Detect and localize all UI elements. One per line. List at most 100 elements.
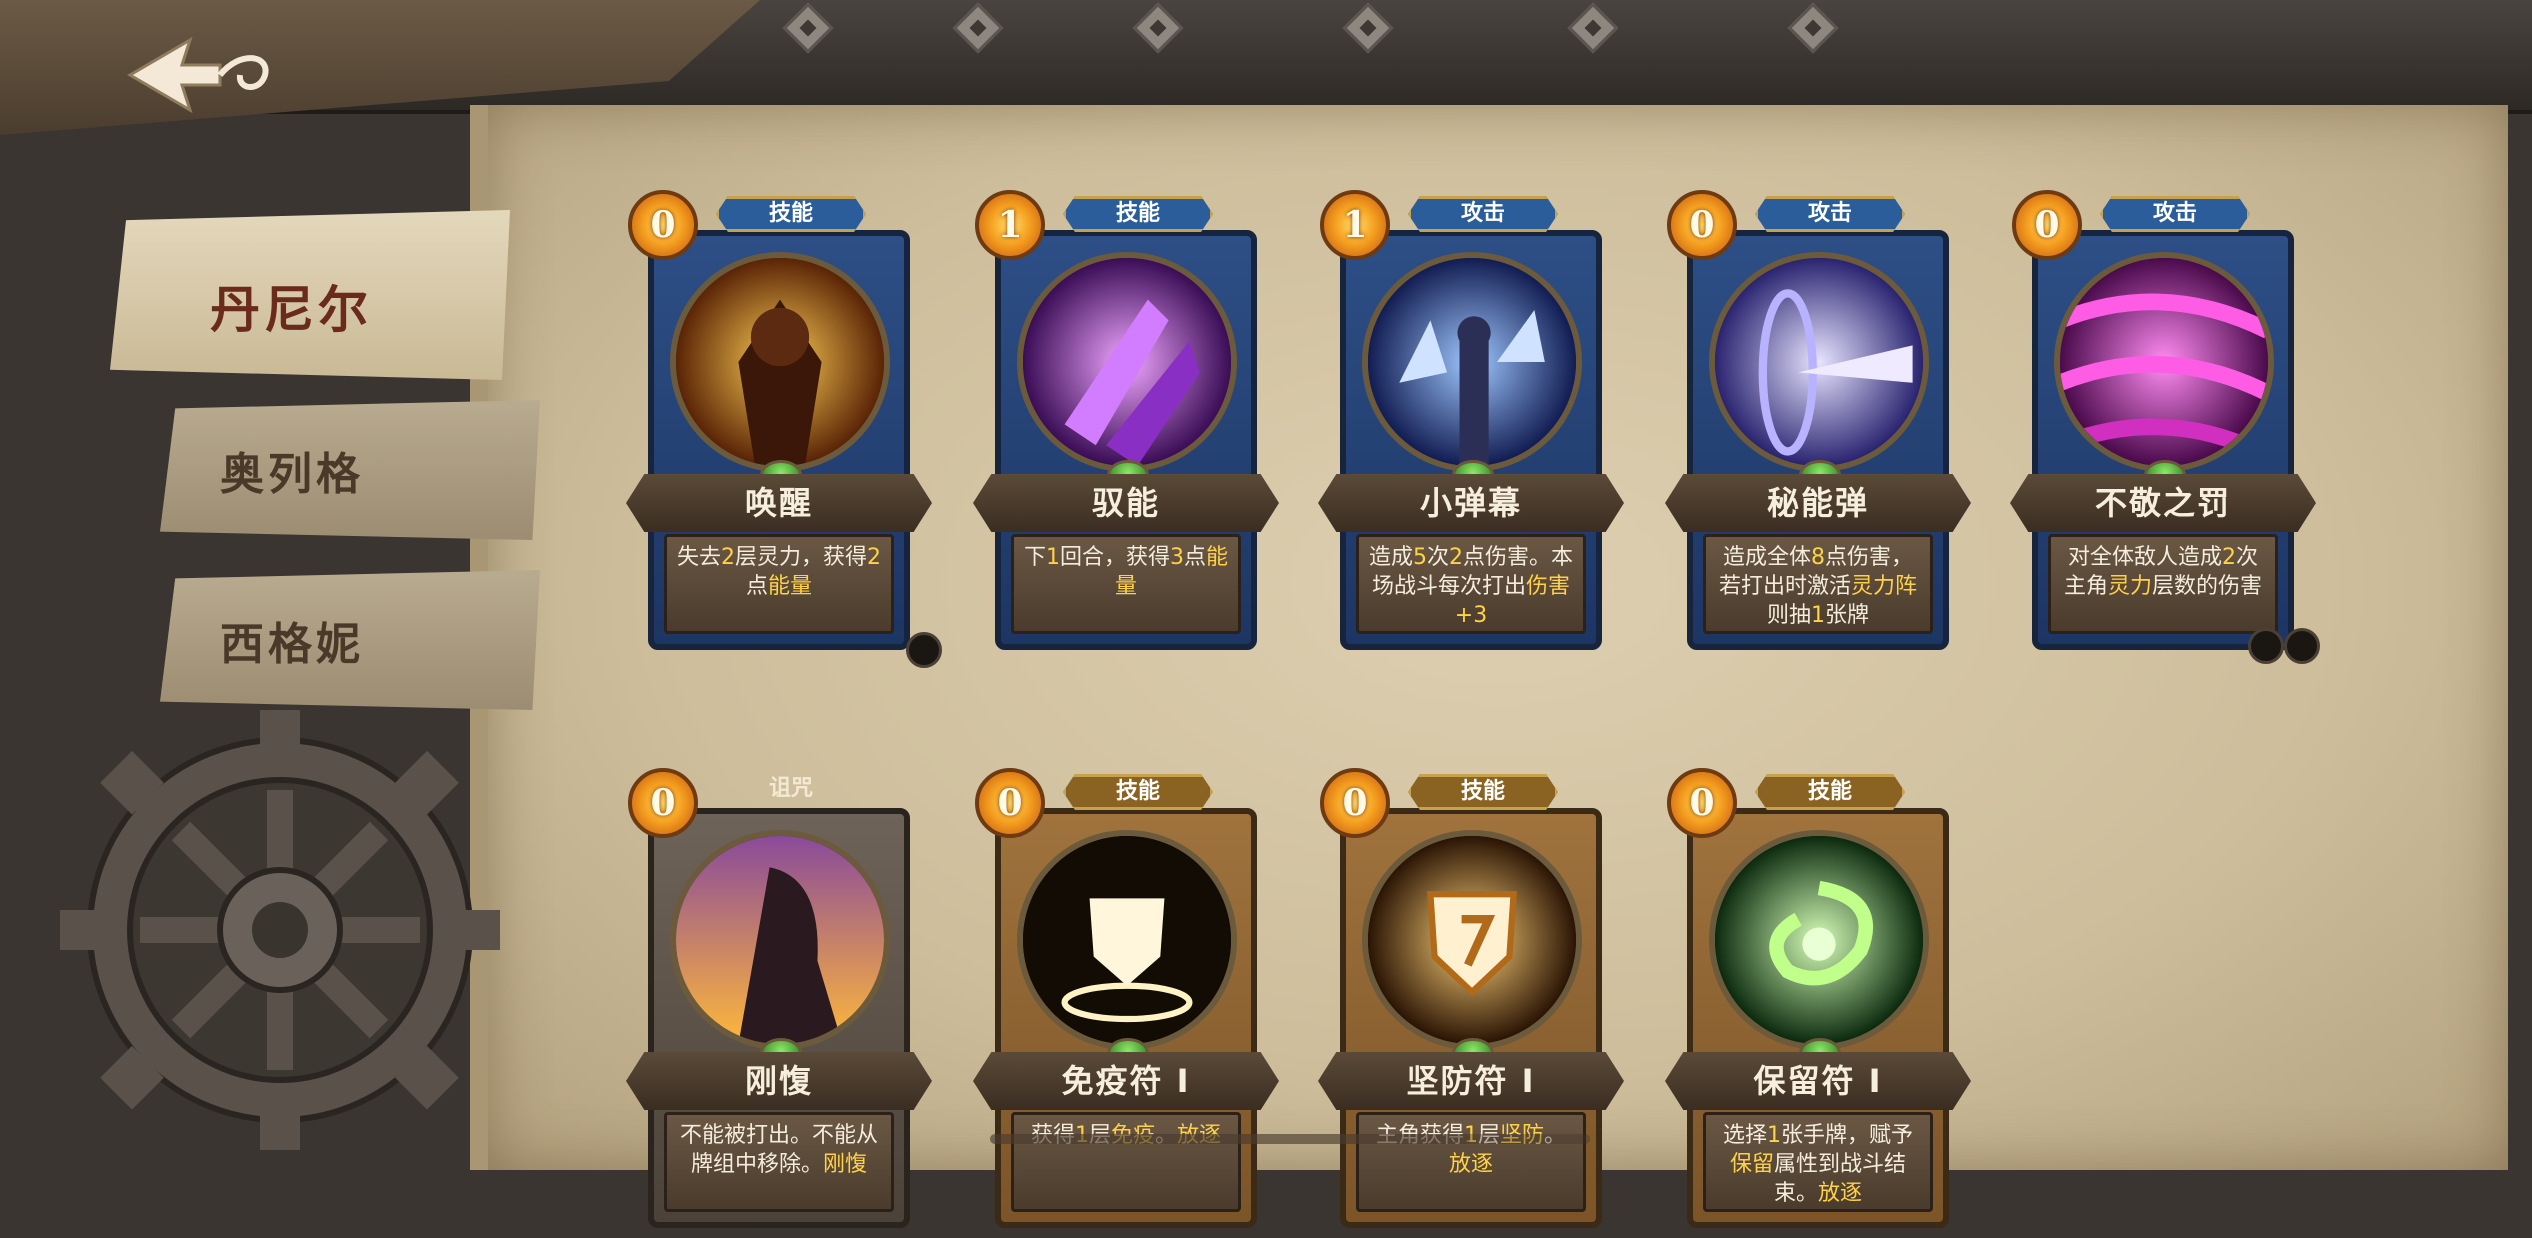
card-retain-charm[interactable]: 0 技能 保留符 I 选择1张手牌，赋予保留属性到战斗结束。放逐 — [1665, 768, 1971, 1238]
upgrade-slot-icon — [2248, 628, 2284, 664]
card-type-badge: 技能 — [1408, 774, 1558, 810]
desc-keyword: 灵力 — [2107, 574, 2152, 599]
desc-text: 造成全体 — [1722, 545, 1811, 570]
rivet-icon — [1787, 2, 1839, 54]
card-name: 小弹幕 — [1318, 474, 1624, 532]
desc-text: 点 — [745, 574, 768, 599]
desc-keyword: 保留 — [1729, 1152, 1774, 1177]
tab-label: 西格妮 — [220, 619, 364, 670]
card-name: 免疫符 I — [973, 1052, 1279, 1110]
energy-cost-icon: 0 — [2012, 190, 2082, 260]
card-art — [1362, 252, 1582, 472]
scrollbar-thumb[interactable] — [990, 1134, 1470, 1144]
desc-number: 2 — [1449, 545, 1463, 570]
desc-number: 3 — [1170, 545, 1184, 570]
card-art — [670, 252, 890, 472]
back-arrow-icon — [127, 36, 269, 114]
desc-text: 失去 — [676, 545, 721, 570]
card-description: 主角获得1层坚防。放逐 — [1356, 1112, 1586, 1212]
desc-text: 下 — [1023, 545, 1046, 570]
energy-cost-icon: 0 — [628, 190, 698, 260]
card-art — [1362, 830, 1582, 1050]
desc-keyword: 放逐 — [1818, 1181, 1863, 1206]
desc-keyword: 放逐 — [1448, 1152, 1493, 1177]
card-description: 获得1层免疫。放逐 — [1011, 1112, 1241, 1212]
card-name: 秘能弹 — [1665, 474, 1971, 532]
desc-number: 1 — [1811, 603, 1825, 628]
card-harness-energy[interactable]: 1 技能 驭能 下1回合，获得3点能量 — [973, 190, 1279, 660]
card-name: 不敬之罚 — [2010, 474, 2316, 532]
card-name: 唤醒 — [626, 474, 932, 532]
card-stubborn[interactable]: 0 诅咒 刚愎 不能被打出。不能从牌组中移除。刚愎 — [626, 768, 932, 1238]
desc-keyword: 能量 — [768, 574, 813, 599]
desc-text: 次 — [1426, 545, 1449, 570]
desc-text: 则抽 — [1766, 603, 1811, 628]
rivet-icon — [782, 2, 834, 54]
rivet-icon — [1132, 2, 1184, 54]
card-art — [2054, 252, 2274, 472]
card-art — [1709, 252, 1929, 472]
tab-character-daniel[interactable]: 丹尼尔 — [110, 210, 510, 380]
desc-text: 对全体敌人造成 — [2067, 545, 2222, 570]
card-name: 刚愎 — [626, 1052, 932, 1110]
energy-cost-icon: 1 — [975, 190, 1045, 260]
card-type-badge: 攻击 — [1755, 196, 1905, 232]
card-art — [1017, 830, 1237, 1050]
energy-cost-icon: 0 — [975, 768, 1045, 838]
desc-text: 层灵力，获得 — [735, 545, 868, 570]
desc-number: 2 — [721, 545, 735, 570]
card-name: 坚防符 I — [1318, 1052, 1624, 1110]
desc-text: 点 — [1184, 545, 1207, 570]
desc-number: 8 — [1811, 545, 1825, 570]
card-art — [1017, 252, 1237, 472]
card-type-badge: 攻击 — [1408, 196, 1558, 232]
card-description: 造成5次2点伤害。本场战斗每次打出伤害+3 — [1356, 534, 1586, 634]
card-type-badge: 技能 — [716, 196, 866, 232]
gear-icon — [60, 710, 500, 1150]
energy-cost-icon: 0 — [1667, 190, 1737, 260]
rivet-icon — [1567, 2, 1619, 54]
desc-number: 5 — [1412, 545, 1427, 570]
tab-label: 丹尼尔 — [210, 280, 372, 339]
rivet-icon — [1342, 2, 1394, 54]
energy-cost-icon: 1 — [1320, 190, 1390, 260]
card-description: 选择1张手牌，赋予保留属性到战斗结束。放逐 — [1703, 1112, 1933, 1212]
back-button[interactable] — [120, 30, 280, 120]
desc-text: 张牌 — [1825, 603, 1870, 628]
card-defense-charm[interactable]: 0 技能 坚防符 I 主角获得1层坚防。放逐 — [1318, 768, 1624, 1238]
card-punish-irreverence[interactable]: 0 攻击 不敬之罚 对全体敌人造成2次主角灵力层数的伤害 — [2010, 190, 2320, 664]
card-description: 下1回合，获得3点能量 — [1011, 534, 1241, 634]
card-type-badge: 技能 — [1063, 774, 1213, 810]
rivet-icon — [952, 2, 1004, 54]
card-type-badge: 诅咒 — [768, 776, 813, 801]
tab-character-sigourney[interactable]: 西格妮 — [160, 570, 540, 710]
desc-number: 2 — [867, 545, 882, 570]
card-immunity-charm[interactable]: 0 技能 免疫符 I 获得1层免疫。放逐 — [973, 768, 1279, 1238]
desc-text: 回合，获得 — [1059, 545, 1170, 570]
desc-number: 2 — [2222, 545, 2236, 570]
energy-cost-icon: 0 — [628, 768, 698, 838]
card-awaken[interactable]: 0 技能 唤醒 失去2层灵力，获得2点能量 — [626, 190, 942, 668]
card-type-badge: 技能 — [1063, 196, 1213, 232]
card-barrage[interactable]: 1 攻击 小弹幕 造成5次2点伤害。本场战斗每次打出伤害+3 — [1318, 190, 1624, 660]
card-art — [1709, 830, 1929, 1050]
card-description: 造成全体8点伤害，若打出时激活灵力阵则抽1张牌 — [1703, 534, 1933, 634]
card-type-badge: 攻击 — [2100, 196, 2250, 232]
card-description: 不能被打出。不能从牌组中移除。刚愎 — [664, 1112, 894, 1212]
energy-cost-icon: 0 — [1320, 768, 1390, 838]
desc-number: 1 — [1045, 545, 1060, 570]
desc-text: 造成 — [1368, 545, 1413, 570]
desc-text: 张手牌，赋予 — [1781, 1123, 1914, 1148]
desc-text: 层数的伤害 — [2152, 574, 2263, 599]
card-name: 保留符 I — [1665, 1052, 1971, 1110]
card-description: 对全体敌人造成2次主角灵力层数的伤害 — [2048, 534, 2278, 634]
tab-label: 奥列格 — [220, 449, 364, 500]
energy-cost-icon: 0 — [1667, 768, 1737, 838]
horizontal-scrollbar[interactable] — [990, 1134, 1590, 1144]
card-name: 驭能 — [973, 474, 1279, 532]
card-arcane-bolt[interactable]: 0 攻击 秘能弹 造成全体8点伤害，若打出时激活灵力阵则抽1张牌 — [1665, 190, 1971, 660]
tab-character-oleg[interactable]: 奥列格 — [160, 400, 540, 540]
desc-keyword: 刚愎 — [823, 1152, 868, 1177]
desc-text: 选择 — [1722, 1123, 1767, 1148]
desc-number: 1 — [1767, 1123, 1781, 1148]
